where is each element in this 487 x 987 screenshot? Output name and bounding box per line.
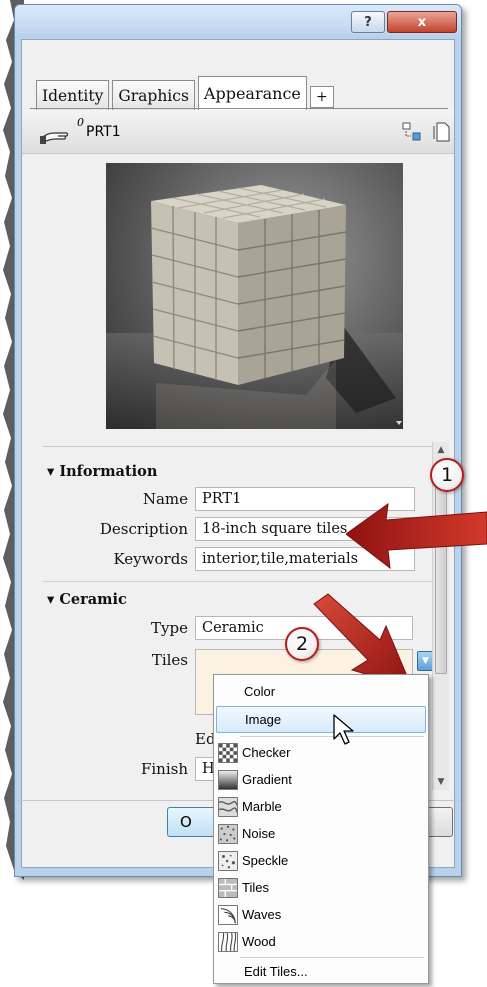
scroll-up-arrow-icon[interactable]: ▲	[433, 442, 449, 458]
tab-strip: Identity Graphics Appearance +	[36, 76, 334, 110]
menu-item-speckle[interactable]: Speckle	[216, 847, 426, 874]
wood-icon	[218, 931, 238, 952]
material-header: 0 PRT1	[22, 110, 454, 154]
assign-material-icon[interactable]	[402, 122, 422, 142]
usage-count: 0	[77, 116, 84, 129]
close-button[interactable]: x	[387, 11, 457, 33]
tab-identity[interactable]: Identity	[36, 80, 110, 110]
tab-graphics[interactable]: Graphics	[112, 80, 195, 110]
menu-item-marble[interactable]: Marble	[216, 793, 426, 820]
menu-item-noise-label: Noise	[242, 826, 276, 841]
menu-item-wood-label: Wood	[242, 934, 276, 949]
ceramic-title: Ceramic	[59, 591, 127, 608]
menu-item-tiles-label: Tiles	[242, 880, 269, 895]
information-title: Information	[59, 463, 158, 480]
title-bar: ? x	[15, 5, 461, 35]
menu-item-image-label: Image	[245, 712, 282, 727]
menu-item-gradient-label: Gradient	[242, 772, 292, 787]
gradient-icon	[218, 769, 238, 790]
name-label: Name	[142, 490, 188, 508]
waves-icon	[218, 904, 238, 925]
hand-icon	[40, 132, 69, 144]
menu-item-image[interactable]: Image	[216, 706, 426, 733]
tiles-texture-menu: Color Image Checker Gradient Marble Nois…	[213, 674, 429, 984]
material-name: PRT1	[86, 124, 121, 140]
menu-item-tiles[interactable]: Tiles	[216, 874, 426, 901]
description-label: Description	[99, 520, 188, 538]
scroll-down-arrow-icon[interactable]: ▼	[433, 774, 449, 790]
checker-icon	[218, 742, 238, 763]
section-divider	[43, 581, 447, 582]
mouse-cursor-icon	[333, 714, 354, 745]
menu-item-edit-tiles[interactable]: Edit Tiles...	[216, 958, 426, 985]
tab-divider	[30, 108, 448, 109]
ceramic-section-toggle[interactable]: ▾ Ceramic	[47, 591, 127, 608]
keywords-label: Keywords	[113, 550, 189, 568]
menu-item-color-label: Color	[244, 684, 276, 699]
type-label: Type	[151, 619, 188, 637]
menu-item-noise[interactable]: Noise	[216, 820, 426, 847]
menu-item-checker-label: Checker	[242, 745, 291, 760]
menu-item-marble-label: Marble	[242, 799, 282, 814]
menu-item-waves[interactable]: Waves	[216, 901, 426, 928]
menu-item-edit-tiles-label: Edit Tiles...	[244, 964, 308, 979]
menu-item-checker[interactable]: Checker	[216, 739, 426, 766]
tiles-icon	[218, 877, 238, 898]
material-preview	[106, 163, 403, 429]
information-section-toggle[interactable]: ▾ Information	[47, 463, 157, 480]
tab-appearance[interactable]: Appearance	[197, 76, 307, 110]
red-arrow-1	[346, 502, 487, 570]
menu-item-wood[interactable]: Wood	[216, 928, 426, 955]
menu-item-waves-label: Waves	[242, 907, 282, 922]
speckle-icon	[218, 850, 238, 871]
finish-label: Finish	[140, 760, 188, 778]
tiles-label: Tiles	[151, 651, 188, 669]
add-tab-button[interactable]: +	[309, 86, 334, 108]
noise-icon	[218, 823, 238, 844]
marble-icon	[218, 796, 238, 817]
help-button[interactable]: ?	[351, 11, 385, 33]
duplicate-icon[interactable]	[432, 122, 452, 142]
menu-item-color[interactable]: Color	[216, 678, 426, 705]
menu-item-speckle-label: Speckle	[242, 853, 289, 868]
menu-item-gradient[interactable]: Gradient	[216, 766, 426, 793]
